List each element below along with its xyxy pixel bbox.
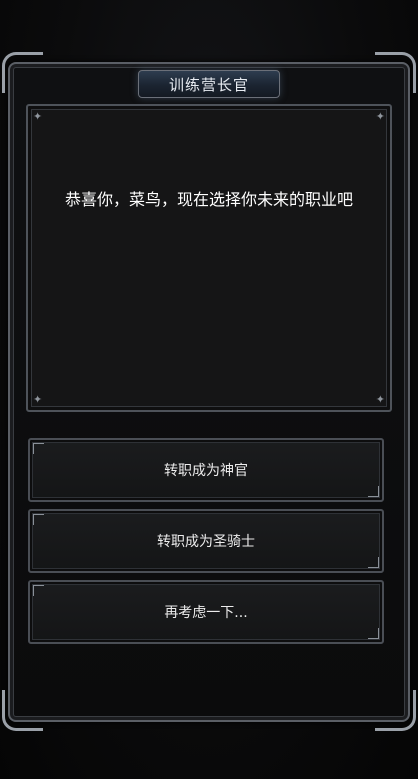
corner-star-icon: ✦: [33, 110, 43, 123]
frame-ornament-top-left: [2, 52, 43, 93]
dialog-title-banner: 训练营长官: [138, 70, 280, 98]
corner-star-icon: ✦: [375, 393, 385, 406]
frame-ornament-bottom-left: [2, 690, 43, 731]
dialog-message-panel: ✦ ✦ ✦ ✦ 恭喜你，菜鸟，现在选择你未来的职业吧: [26, 104, 392, 412]
choice-label: 转职成为圣骑士: [157, 534, 255, 550]
frame-ornament-bottom-right: [375, 690, 416, 731]
choice-button-paladin[interactable]: 转职成为圣骑士: [28, 509, 384, 573]
choice-label: 再考虑一下...: [164, 605, 248, 621]
corner-star-icon: ✦: [375, 110, 385, 123]
dialog-message: 恭喜你，菜鸟，现在选择你未来的职业吧: [64, 190, 353, 209]
frame-ornament-top-right: [375, 52, 416, 93]
dialog-title: 训练营长官: [168, 75, 249, 94]
game-screen: 训练营长官 ✦ ✦ ✦ ✦ 恭喜你，菜鸟，现在选择你未来的职业吧 转职成为神官 …: [0, 0, 418, 779]
corner-star-icon: ✦: [33, 393, 43, 406]
choice-button-reconsider[interactable]: 再考虑一下...: [28, 580, 384, 644]
choice-label: 转职成为神官: [164, 463, 248, 479]
choice-button-priest[interactable]: 转职成为神官: [28, 438, 384, 502]
